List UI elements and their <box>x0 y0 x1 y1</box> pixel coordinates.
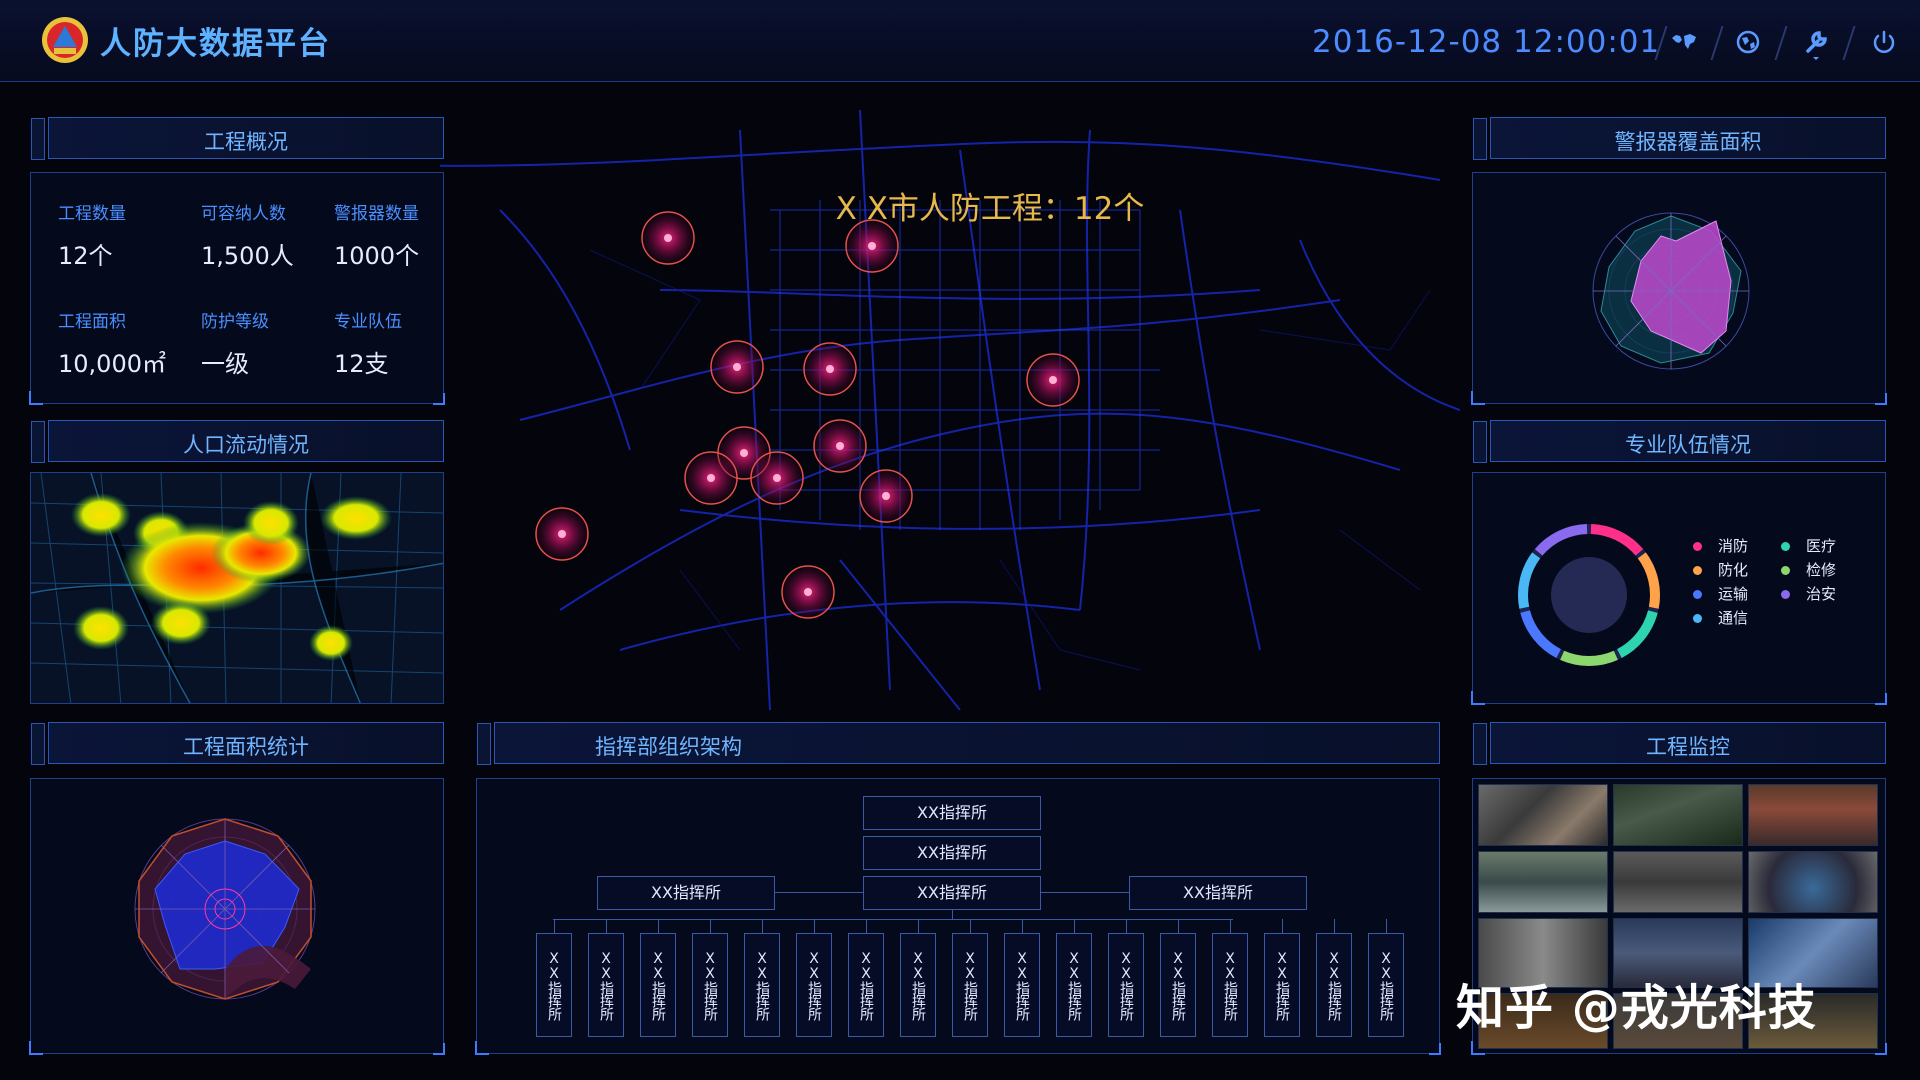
stat-area: 工程面积 10,000㎡ <box>58 312 166 378</box>
org-node-bottom[interactable]: XX指挥所 <box>796 933 832 1037</box>
alarm-title: 警报器覆盖面积 <box>1614 130 1762 154</box>
overview-title: 工程概况 <box>204 130 288 154</box>
org-node-bottom[interactable]: XX指挥所 <box>536 933 572 1037</box>
legend-dot <box>1693 542 1702 551</box>
org-node-middle[interactable]: XX指挥所 <box>597 876 775 910</box>
camera-feed[interactable] <box>1748 784 1878 846</box>
legend-item: 运输 <box>1693 583 1748 604</box>
legend-item: 治安 <box>1781 583 1836 604</box>
monitor-header: 工程监控 <box>1473 722 1886 765</box>
legend-item: 消防 <box>1693 535 1748 556</box>
team-header: 专业队伍情况 <box>1473 420 1886 463</box>
area-stats-header: 工程面积统计 <box>31 722 444 765</box>
alarm-header: 警报器覆盖面积 <box>1473 117 1886 160</box>
population-title: 人口流动情况 <box>183 433 309 457</box>
team-title: 专业队伍情况 <box>1625 433 1751 457</box>
team-donut-chart[interactable] <box>1489 488 1689 688</box>
legend-dot <box>1693 614 1702 623</box>
org-node-bottom[interactable]: XX指挥所 <box>1160 933 1196 1037</box>
donut-segment <box>1534 524 1588 556</box>
separator <box>1842 26 1856 60</box>
camera-feed[interactable] <box>1478 851 1608 913</box>
org-title: 指挥部组织架构 <box>595 735 742 759</box>
legend-dot <box>1781 590 1790 599</box>
area-stats-title: 工程面积统计 <box>183 735 309 759</box>
legend-dot <box>1693 590 1702 599</box>
overview-header: 工程概况 <box>31 117 444 160</box>
power-icon[interactable] <box>1866 24 1902 60</box>
camera-feed[interactable] <box>1613 784 1743 846</box>
monitor-title: 工程监控 <box>1646 735 1730 759</box>
alarm-radar-chart <box>1592 212 1750 370</box>
org-node-bottom[interactable]: XX指挥所 <box>1316 933 1352 1037</box>
camera-feed[interactable] <box>1748 851 1878 913</box>
legend-dot <box>1781 542 1790 551</box>
stat-teams: 专业队伍 12支 <box>334 312 402 378</box>
org-chart-panel: XX指挥所 XX指挥所 XX指挥所 XX指挥所 XX指挥所 XX指挥所 XX指挥所… <box>475 778 1441 1055</box>
world-map-icon[interactable] <box>1666 24 1702 60</box>
population-heatmap[interactable] <box>31 473 444 704</box>
stat-alarm-count: 警报器数量 1000个 <box>334 204 420 270</box>
stat-project-count: 工程数量 12个 <box>58 204 126 270</box>
org-node-bottom[interactable]: XX指挥所 <box>1004 933 1040 1037</box>
globe-icon[interactable] <box>1730 24 1766 60</box>
org-node-bottom[interactable]: XX指挥所 <box>952 933 988 1037</box>
org-node-bottom[interactable]: XX指挥所 <box>692 933 728 1037</box>
donut-segment <box>1637 552 1660 609</box>
legend-dot <box>1781 566 1790 575</box>
team-panel: 消防 医疗 防化 检修 运输 治安 通信 <box>1471 472 1887 705</box>
stat-capacity: 可容纳人数 1,500人 <box>201 204 294 270</box>
population-header: 人口流动情况 <box>31 420 444 463</box>
legend-item: 防化 <box>1693 559 1748 580</box>
org-node-bottom[interactable]: XX指挥所 <box>1212 933 1248 1037</box>
area-radar-chart <box>134 818 316 1000</box>
population-heatmap-panel[interactable] <box>30 472 444 704</box>
donut-segment <box>1590 524 1644 556</box>
area-stats-panel <box>29 778 445 1055</box>
separator <box>1710 26 1724 60</box>
org-node-bottom[interactable]: XX指挥所 <box>1056 933 1092 1037</box>
org-node-bottom[interactable]: XX指挥所 <box>640 933 676 1037</box>
top-bar: 人防大数据平台 2016-12-08 12:00:01 <box>0 0 1920 82</box>
org-node-bottom[interactable]: XX指挥所 <box>1108 933 1144 1037</box>
alarm-panel <box>1471 172 1887 405</box>
civil-defense-logo <box>42 17 88 63</box>
legend-item: 医疗 <box>1781 535 1836 556</box>
separator <box>1774 26 1788 60</box>
org-node-middle[interactable]: XX指挥所 <box>1129 876 1307 910</box>
org-node-bottom[interactable]: XX指挥所 <box>588 933 624 1037</box>
stat-protection-level: 防护等级 一级 <box>201 312 269 378</box>
app-title: 人防大数据平台 <box>100 26 331 62</box>
donut-segment <box>1616 610 1658 659</box>
wrench-icon[interactable] <box>1798 24 1834 60</box>
datetime-display: 2016-12-08 12:00:01 <box>1312 24 1661 60</box>
org-node-top[interactable]: XX指挥所 <box>863 836 1041 870</box>
camera-feed[interactable] <box>1613 851 1743 913</box>
org-node-top[interactable]: XX指挥所 <box>863 796 1041 830</box>
overview-panel: 工程数量 12个 可容纳人数 1,500人 警报器数量 1000个 工程面积 1… <box>29 172 445 405</box>
watermark: 知乎 @戎光科技 <box>1456 980 1817 1036</box>
donut-segment <box>1520 610 1562 659</box>
org-node-bottom[interactable]: XX指挥所 <box>1264 933 1300 1037</box>
org-node-bottom[interactable]: XX指挥所 <box>744 933 780 1037</box>
org-node-bottom[interactable]: XX指挥所 <box>848 933 884 1037</box>
org-header: 指挥部组织架构 <box>477 722 1440 765</box>
camera-feed[interactable] <box>1478 784 1608 846</box>
org-node-bottom[interactable]: XX指挥所 <box>1368 933 1404 1037</box>
donut-segment <box>1518 552 1541 609</box>
legend-item: 通信 <box>1693 607 1748 628</box>
legend-item: 检修 <box>1781 559 1836 580</box>
legend-dot <box>1693 566 1702 575</box>
org-node-bottom[interactable]: XX指挥所 <box>900 933 936 1037</box>
org-node-middle[interactable]: XX指挥所 <box>863 876 1041 910</box>
